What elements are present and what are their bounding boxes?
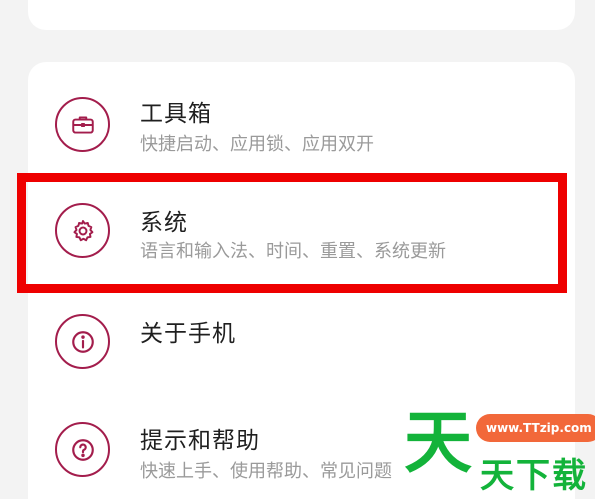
toolbox-icon (55, 97, 110, 152)
settings-item-subtitle: 快捷启动、应用锁、应用双开 (140, 134, 374, 155)
settings-item-title: 工具箱 (140, 101, 212, 127)
watermark-big-char: 天 (404, 404, 473, 483)
settings-item-title: 提示和帮助 (140, 428, 260, 454)
previous-settings-card (28, 0, 575, 30)
watermark-logo: 天 www.TTzip.com 天下载 (404, 404, 595, 499)
settings-item-title: 关于手机 (140, 321, 236, 347)
watermark-url: www.TTzip.com (476, 414, 595, 442)
settings-item-system[interactable]: 系统 语言和输入法、时间、重置、系统更新 (28, 183, 575, 291)
gear-icon (55, 203, 110, 258)
settings-item-title: 系统 (140, 210, 188, 236)
info-icon (55, 314, 110, 369)
settings-item-about-phone[interactable]: 关于手机 (28, 292, 575, 400)
settings-item-subtitle: 语言和输入法、时间、重置、系统更新 (140, 241, 446, 262)
question-icon (55, 422, 110, 477)
settings-item-toolbox[interactable]: 工具箱 快捷启动、应用锁、应用双开 (28, 74, 575, 182)
watermark-brand: 天下载 (480, 456, 588, 496)
settings-item-subtitle: 快速上手、使用帮助、常见问题 (140, 461, 392, 482)
